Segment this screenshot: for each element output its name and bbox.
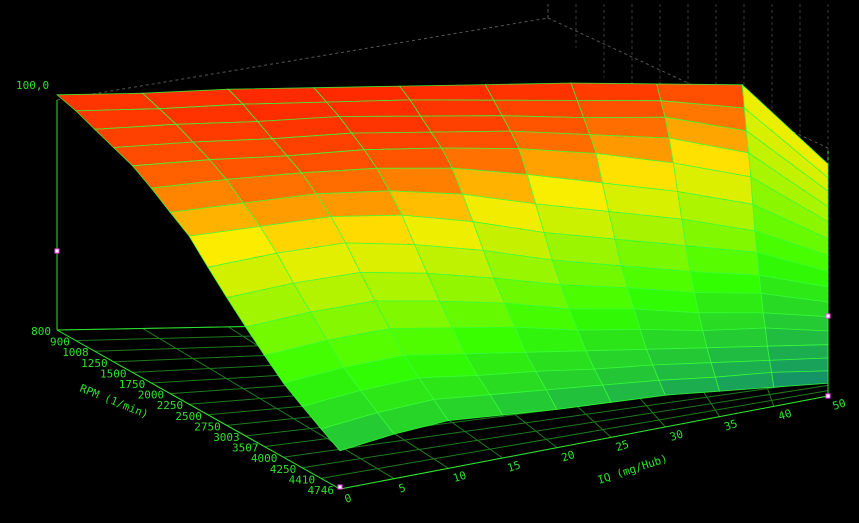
z-tick-label: 100,0: [16, 79, 49, 92]
surface-cell: [771, 370, 829, 388]
surface-cell: [693, 292, 764, 314]
surface-cell: [338, 115, 432, 134]
x-axis-title: IQ (mg/Hub): [596, 452, 669, 487]
surface-cell: [702, 327, 768, 349]
surface-cell: [350, 131, 443, 151]
x-tick-label: 40: [777, 407, 794, 423]
surface-cell: [489, 389, 558, 416]
surface-cell: [227, 87, 328, 105]
y-tick-label: 4746: [308, 484, 335, 497]
surface-cell: [376, 167, 464, 195]
surface-cell: [300, 167, 391, 195]
surface-cell: [325, 99, 422, 117]
x-tick-label: 15: [506, 458, 523, 474]
surface-cell: [645, 347, 712, 366]
x-tick-label: 35: [723, 417, 740, 433]
surface-cell: [484, 82, 578, 101]
corner-marker: [825, 393, 831, 399]
surface-cell: [313, 85, 411, 103]
surface-cell: [419, 115, 512, 133]
surface-cell: [439, 300, 516, 329]
surface-cell: [689, 271, 762, 294]
corner-marker: [337, 484, 343, 490]
surface-cell: [514, 326, 587, 353]
chart-stage: 100,0 IQ (mg/Hub) RPM (1/min) 0 5 10 15 20 25…: [0, 0, 859, 523]
corner-marker: [825, 313, 831, 319]
surface-cell: [363, 147, 453, 169]
surface-cell: [764, 327, 829, 347]
surface-cell: [451, 326, 526, 355]
surface-cell: [398, 84, 495, 101]
surface-cell: [409, 99, 503, 117]
surface-plot[interactable]: 100,0 IQ (mg/Hub) RPM (1/min) 0510152025…: [0, 0, 859, 523]
x-tick-label: 10: [451, 469, 468, 485]
surface-cell: [639, 328, 708, 350]
surface-cell: [315, 190, 403, 218]
surface-mesh: [55, 82, 829, 452]
surface-cell: [633, 308, 704, 332]
surface-cell: [430, 130, 520, 150]
x-tick-label: 30: [668, 427, 685, 443]
surface-cell: [545, 384, 612, 410]
surface-cell: [698, 312, 766, 332]
surface-cell: [577, 328, 648, 352]
x-tick-label: 5: [397, 481, 407, 495]
surface-cell: [769, 357, 829, 373]
x-tick-label: 0: [343, 491, 353, 505]
y-tick-label: 800: [31, 325, 51, 338]
x-tick-label: 50: [831, 396, 848, 412]
surface-cell: [568, 308, 641, 331]
surface-cell: [570, 82, 662, 102]
surface-cell: [706, 345, 771, 364]
corner-marker: [54, 248, 60, 254]
x-tick-label: 20: [560, 448, 577, 464]
surface-cell: [524, 350, 595, 372]
surface-cell: [426, 272, 506, 304]
surface-cell: [55, 92, 161, 112]
x-tick-label: 25: [614, 438, 631, 454]
surface-cell: [658, 376, 721, 396]
surface-cell: [576, 99, 666, 119]
surface-cell: [560, 284, 635, 310]
surface-cell: [493, 99, 585, 119]
